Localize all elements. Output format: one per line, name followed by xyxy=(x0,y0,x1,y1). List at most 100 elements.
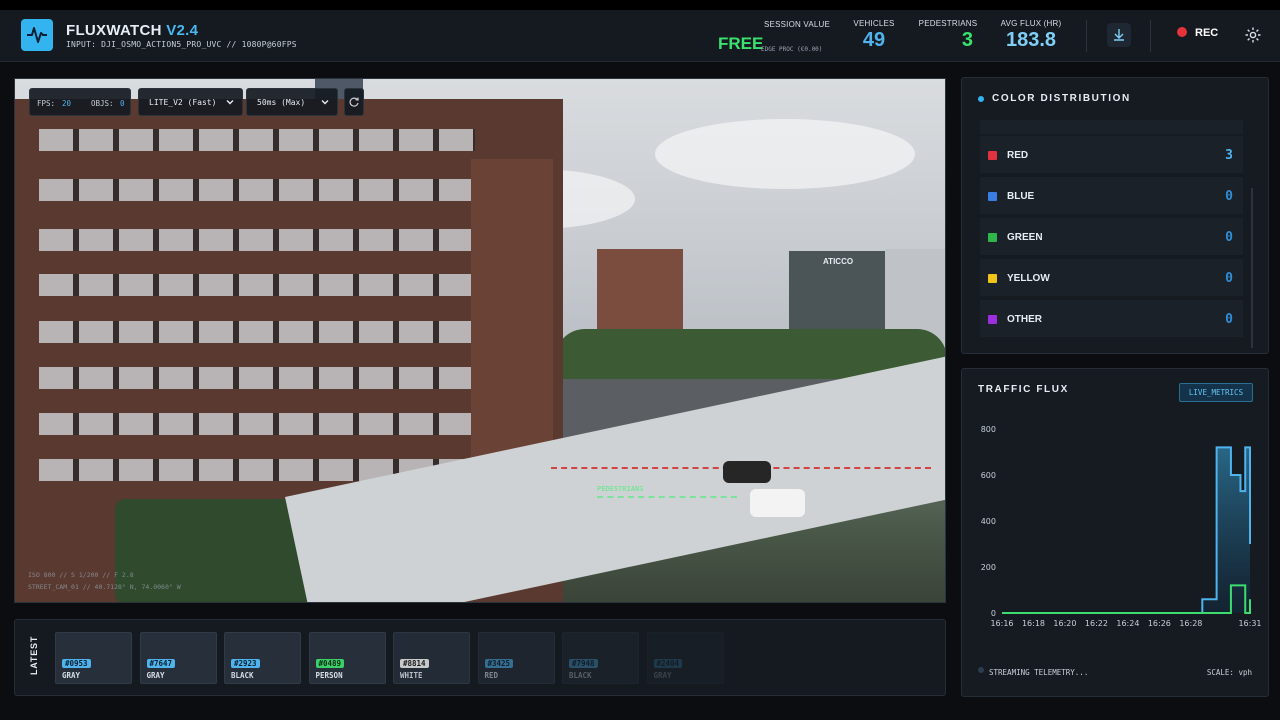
input-source: INPUT: DJI_OSMO_ACTION5_PRO_UVC // 1080P… xyxy=(66,40,297,49)
pedestrians-label: PEDESTRIANS xyxy=(918,19,978,28)
live-metrics-badge: LIVE_METRICS xyxy=(1179,383,1253,402)
download-button[interactable] xyxy=(1107,23,1131,47)
color-name: OTHER xyxy=(1007,314,1042,325)
color-row-blue: BLUE 0 xyxy=(980,177,1243,215)
color-count: 0 xyxy=(1225,312,1233,327)
y-tick-label: 200 xyxy=(981,563,996,572)
streaming-dot-icon xyxy=(978,667,984,673)
y-tick-label: 600 xyxy=(981,471,996,480)
chart-scale: SCALE: vph xyxy=(1206,668,1252,677)
building-sign: ATICCO xyxy=(823,257,854,266)
x-tick-label: 16:16 xyxy=(990,619,1013,628)
y-tick-label: 800 xyxy=(981,425,996,434)
color-name: YELLOW xyxy=(1007,273,1050,284)
chevron-down-icon xyxy=(226,100,234,105)
detection-type: BLACK xyxy=(569,671,592,680)
detection-card[interactable]: #0953 GRAY xyxy=(55,632,132,684)
color-swatch xyxy=(988,315,997,324)
fps-value: 20 xyxy=(62,99,72,108)
avg-flux-value: 183.8 xyxy=(1005,29,1057,51)
vehicle-white xyxy=(750,489,805,517)
objs-value: 0 xyxy=(120,99,125,108)
color-row-red: RED 3 xyxy=(980,136,1243,174)
detection-card[interactable]: #3425 RED xyxy=(477,632,555,684)
latency-select[interactable]: 50ms (Max) xyxy=(246,88,338,116)
gear-icon xyxy=(1245,27,1261,43)
detection-type: GRAY xyxy=(62,671,81,680)
x-tick-label: 16:22 xyxy=(1085,619,1108,628)
fps-label: FPS: xyxy=(37,99,56,108)
detection-card[interactable]: #7948 BLACK xyxy=(562,632,639,684)
pedestrian-zone-label: PEDESTRIANS xyxy=(597,485,644,493)
color-count: 0 xyxy=(1225,189,1233,204)
vehicle-black xyxy=(723,461,771,483)
color-distribution-panel: COLOR DISTRIBUTION RED 3 BLUE 0 GREEN 0 YELLOW… xyxy=(961,77,1269,354)
app-version: V2.4 xyxy=(166,22,199,39)
color-name: BLUE xyxy=(1007,191,1035,202)
pedestrians-stat: PEDESTRIANS 3 xyxy=(917,19,979,52)
detection-id-badge: #0953 xyxy=(62,659,91,668)
x-tick-label: 16:31 xyxy=(1238,619,1261,628)
traffic-flux-panel: TRAFFIC FLUX LIVE_METRICS 0 200 400 600 800 1… xyxy=(961,368,1269,697)
refresh-button[interactable] xyxy=(344,88,364,116)
session-value: FREE xyxy=(718,34,764,53)
detection-card[interactable]: #2404 GRAY xyxy=(646,632,724,684)
traffic-flux-title: TRAFFIC FLUX xyxy=(978,384,1069,395)
record-label: REC xyxy=(1195,27,1219,39)
x-tick-label: 16:26 xyxy=(1148,619,1171,628)
detection-card[interactable]: #8814 WHITE xyxy=(393,632,470,684)
color-count: 0 xyxy=(1225,230,1233,245)
cloud xyxy=(655,119,915,189)
detection-id-badge: #2404 xyxy=(653,659,683,668)
detection-card[interactable]: #0489 PERSON xyxy=(308,632,386,684)
session-sub: EDGE PROC (€0.00) xyxy=(761,46,823,53)
vehicles-stat: VEHICLES 49 xyxy=(852,19,896,52)
avg-flux-label: AVG FLUX (HR) xyxy=(1000,19,1062,28)
settings-button[interactable] xyxy=(1244,26,1262,44)
record-dot-icon xyxy=(1177,27,1187,37)
detection-id-badge: #7647 xyxy=(146,659,176,668)
color-row-yellow: YELLOW 0 xyxy=(980,259,1243,297)
color-swatch xyxy=(988,233,997,242)
header-divider xyxy=(1086,20,1087,52)
avg-flux-stat: AVG FLUX (HR) 183.8 xyxy=(998,19,1064,52)
x-tick-label: 16:28 xyxy=(1179,619,1202,628)
detection-type: PERSON xyxy=(315,671,343,680)
list-header-spacer xyxy=(980,120,1243,134)
camera-location-overlay: STREET_CAM_01 // 40.7128° N, 74.0060° W xyxy=(28,583,181,591)
refresh-icon xyxy=(349,97,359,107)
latest-detections-strip: LATEST #0953 GRAY #7647 GRAY #2923 BLACK #0489… xyxy=(14,619,946,696)
session-label: SESSION VALUE xyxy=(764,20,831,29)
model-select[interactable]: LITE_V2 (Fast) xyxy=(138,88,243,116)
detection-card[interactable]: #2923 BLACK xyxy=(224,632,301,684)
detection-type: GRAY xyxy=(653,671,672,680)
latency-select-value: 50ms (Max) xyxy=(257,98,306,107)
letterbox-top xyxy=(0,0,1280,10)
video-feed[interactable]: ATICCO PEDESTRIANS ISO 800 // S 1/200 //… xyxy=(14,78,946,603)
pedestrian-count-line xyxy=(597,496,737,498)
y-tick-label: 0 xyxy=(991,609,996,618)
scrollbar[interactable] xyxy=(1251,188,1253,348)
color-count: 0 xyxy=(1225,271,1233,286)
color-swatch xyxy=(988,192,997,201)
camera-settings-overlay: ISO 800 // S 1/200 // F 2.8 xyxy=(28,571,134,579)
detection-id-badge: #7948 xyxy=(569,659,598,668)
detection-id-badge: #2923 xyxy=(231,659,260,668)
detection-id-badge: #3425 xyxy=(484,659,514,668)
fps-readout: FPS: 20 OBJS: 0 xyxy=(29,88,131,116)
detection-type: WHITE xyxy=(400,671,423,680)
app-title: FLUXWATCH V2.4 xyxy=(66,22,198,39)
record-button[interactable]: REC xyxy=(1177,27,1218,39)
vehicles-value: 49 xyxy=(862,29,886,51)
detection-type: BLACK xyxy=(231,671,254,680)
vehicle-flux-area xyxy=(1002,447,1250,613)
latest-label: LATEST xyxy=(29,635,39,675)
color-count: 3 xyxy=(1225,148,1233,163)
detection-card[interactable]: #7647 GRAY xyxy=(139,632,217,684)
x-tick-label: 16:20 xyxy=(1053,619,1076,628)
vehicle-flux-line xyxy=(1002,446,1251,614)
color-swatch xyxy=(988,274,997,283)
objs-label: OBJS: xyxy=(91,99,114,108)
detection-type: RED xyxy=(484,671,499,680)
streaming-status: STREAMING TELEMETRY... xyxy=(989,668,1089,677)
